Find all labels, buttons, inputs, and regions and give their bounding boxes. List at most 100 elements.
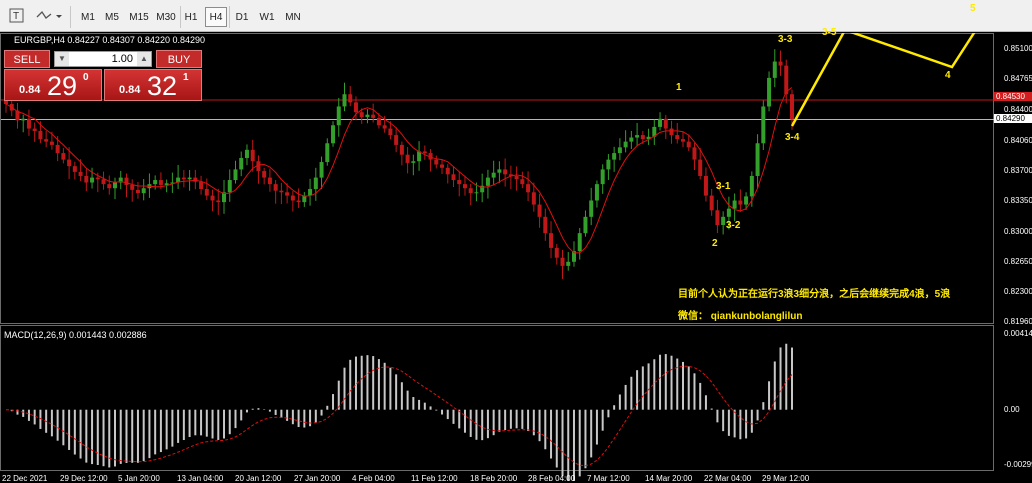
candle-body	[749, 175, 754, 197]
candle-body	[90, 177, 95, 183]
timeframe-mn-button[interactable]: MN	[282, 7, 304, 27]
candle-body	[526, 184, 531, 193]
time-axis-label: 29 Dec 12:00	[60, 474, 108, 483]
candle-body	[113, 182, 118, 189]
candle-body	[440, 164, 445, 168]
sell-price-box[interactable]: 0.84 29 0	[4, 69, 102, 101]
buy-price-sup: 1	[183, 72, 189, 83]
candle-body	[95, 177, 100, 180]
shapes-icon[interactable]	[34, 8, 64, 24]
wave-label-4: 4	[945, 70, 951, 81]
toolbar-separator	[70, 6, 71, 28]
timeframe-d1-button[interactable]: D1	[231, 7, 253, 27]
wave-label-5: 5	[970, 3, 976, 14]
candle-body	[158, 180, 163, 185]
candle-body	[49, 141, 54, 145]
candle-body	[199, 181, 204, 190]
candle-body	[554, 247, 559, 258]
candle-body	[434, 159, 439, 165]
candle-body	[371, 114, 376, 118]
price-axis-label: 0.84765	[1004, 74, 1032, 83]
candle-body	[560, 257, 565, 266]
macd-axis-label: 0.00	[1004, 405, 1020, 414]
candle-body	[84, 175, 89, 183]
wave-label-3-5: 3-5	[822, 27, 837, 38]
candle-body	[445, 167, 450, 175]
timeframe-m5-button[interactable]: M5	[100, 7, 124, 27]
wave-label-3-3: 3-3	[778, 34, 793, 45]
candle-body	[153, 180, 158, 185]
time-axis-label: 29 Mar 12:00	[762, 474, 810, 483]
sell-price-prefix: 0.84	[19, 84, 41, 96]
price-axis-label: 0.84060	[1004, 136, 1032, 145]
candle-body	[514, 175, 519, 180]
lot-size-value[interactable]: 1.00	[112, 52, 133, 66]
candle-body	[566, 261, 571, 266]
candle-body	[663, 118, 668, 129]
price-axis-label: 0.81960	[1004, 317, 1032, 326]
candle-body	[394, 135, 399, 145]
candle-body	[698, 159, 703, 176]
candle-body	[503, 169, 508, 175]
candle-body	[669, 128, 674, 136]
candle-body	[658, 118, 663, 127]
candle-body	[101, 179, 106, 185]
analysis-note: 目前个人认为正在运行3浪3细分浪，之后会继续完成4浪，5浪	[678, 289, 951, 300]
macd-axis-label: 0.00414	[1004, 329, 1032, 338]
chart-toolbar: T M1 M5 M15 M30 H1 H4 D1 W1 MN	[0, 0, 1032, 32]
candle-body	[193, 177, 198, 182]
candle-body	[313, 177, 318, 190]
timeframe-w1-button[interactable]: W1	[256, 7, 278, 27]
time-axis-label: 11 Feb 12:00	[411, 474, 458, 483]
candle-body	[612, 153, 617, 160]
candle-body	[376, 117, 381, 126]
time-axis-label: 28 Feb 04:00	[528, 474, 576, 483]
candle-body	[623, 141, 628, 148]
time-axis-label: 18 Feb 20:00	[470, 474, 518, 483]
candle-body	[594, 184, 599, 201]
price-axis-label: 0.85100	[1004, 44, 1032, 53]
candle-body	[686, 141, 691, 148]
buy-button[interactable]: BUY	[156, 50, 202, 68]
timeframe-m15-button[interactable]: M15	[126, 7, 152, 27]
candle-body	[520, 179, 525, 185]
candle-body	[262, 171, 267, 178]
time-axis-label: 13 Jan 04:00	[177, 474, 224, 483]
sell-button[interactable]: SELL	[4, 50, 50, 68]
candle-body	[21, 118, 26, 121]
timeframe-m1-button[interactable]: M1	[78, 7, 98, 27]
candle-body	[382, 125, 387, 129]
wave-label-3-2: 3-2	[726, 220, 741, 231]
text-tool-icon[interactable]: T	[8, 8, 26, 24]
candle-body	[325, 143, 330, 163]
candle-body	[250, 149, 255, 162]
timeframe-m30-button[interactable]: M30	[154, 7, 178, 27]
lot-increase-icon[interactable]: ▲	[137, 52, 151, 66]
lot-decrease-icon[interactable]: ▼	[55, 52, 69, 66]
buy-price-box[interactable]: 0.84 32 1	[104, 69, 202, 101]
candle-body	[353, 102, 358, 113]
current-price-tag: 0.84290	[994, 114, 1032, 123]
candle-body	[61, 153, 66, 160]
candle-body	[485, 177, 490, 186]
candle-body	[457, 180, 462, 185]
candle-body	[359, 112, 364, 118]
candle-body	[365, 114, 370, 118]
candle-body	[227, 180, 232, 193]
macd-indicator-label: MACD(12,26,9) 0.001443 0.002886	[4, 330, 147, 340]
buy-price-big: 32	[147, 71, 178, 101]
time-axis-label: 20 Jan 12:00	[235, 474, 282, 483]
time-axis-label: 22 Dec 2021	[2, 474, 48, 483]
candle-body	[342, 94, 347, 107]
timeframe-h1-button[interactable]: H1	[180, 7, 202, 27]
wave-label-1: 1	[676, 82, 682, 93]
lot-size-field[interactable]: ▼ 1.00 ▲	[54, 51, 152, 67]
candle-body	[703, 175, 708, 196]
price-axis-label: 0.83700	[1004, 166, 1032, 175]
candle-body	[38, 131, 43, 140]
price-axis-label: 0.82650	[1004, 257, 1032, 266]
candle-body	[72, 166, 77, 172]
timeframe-h4-button[interactable]: H4	[205, 7, 227, 27]
candle-body	[331, 125, 336, 144]
candle-body	[738, 200, 743, 205]
